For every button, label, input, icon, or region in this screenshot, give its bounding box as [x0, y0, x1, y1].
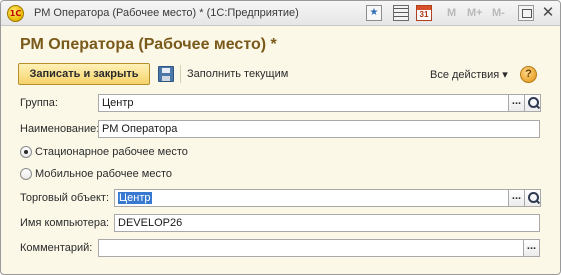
- all-actions-menu[interactable]: Все действия ▾: [430, 68, 508, 81]
- fill-current-button[interactable]: Заполнить текущим: [187, 68, 288, 80]
- calendar-day: 31: [419, 10, 429, 19]
- memory-minus-button[interactable]: M-: [492, 7, 505, 19]
- radio-mobile[interactable]: [20, 168, 32, 180]
- trade-object-value: Центр: [118, 192, 152, 204]
- trade-object-field[interactable]: Центр: [114, 189, 509, 207]
- calculator-icon[interactable]: [393, 5, 409, 21]
- computer-name-label: Имя компьютера:: [20, 217, 110, 229]
- comment-select-button[interactable]: ...: [523, 239, 540, 257]
- group-label: Группа:: [20, 97, 58, 109]
- window-title: РМ Оператора (Рабочее место) * (1С:Предп…: [34, 7, 299, 19]
- comment-label: Комментарий:: [20, 242, 93, 254]
- 1c-logo-icon[interactable]: 1С: [7, 5, 24, 22]
- group-select-button[interactable]: ...: [508, 94, 525, 112]
- calendar-icon[interactable]: 31: [416, 5, 432, 21]
- name-label: Наименование:: [20, 123, 100, 135]
- toolbar-divider: [180, 65, 181, 83]
- radio-mobile-label[interactable]: Мобильное рабочее место: [35, 168, 172, 180]
- favorites-icon[interactable]: ★: [366, 5, 382, 21]
- comment-field[interactable]: [98, 239, 524, 257]
- radio-stationary[interactable]: [20, 146, 32, 158]
- trade-object-search-icon[interactable]: [524, 189, 541, 207]
- help-icon[interactable]: ?: [520, 66, 537, 83]
- computer-name-field[interactable]: DEVELOP26: [114, 214, 540, 232]
- memory-m-button[interactable]: M: [447, 7, 456, 19]
- memory-plus-button[interactable]: M+: [467, 7, 483, 19]
- group-field[interactable]: Центр: [98, 94, 509, 112]
- restore-icon[interactable]: [518, 5, 534, 21]
- document-window: 1С РМ Оператора (Рабочее место) * (1С:Пр…: [0, 0, 561, 275]
- title-bar: 1С РМ Оператора (Рабочее место) * (1С:Пр…: [1, 1, 560, 26]
- trade-object-select-button[interactable]: ...: [508, 189, 525, 207]
- save-disk-icon[interactable]: [158, 66, 174, 82]
- trade-object-label: Торговый объект:: [20, 192, 110, 204]
- group-search-icon[interactable]: [524, 94, 541, 112]
- save-and-close-button[interactable]: Записать и закрыть: [18, 63, 150, 85]
- radio-stationary-label[interactable]: Стационарное рабочее место: [35, 146, 188, 158]
- close-icon[interactable]: ✕: [540, 4, 556, 22]
- page-title: РМ Оператора (Рабочее место) *: [20, 36, 277, 53]
- name-field[interactable]: РМ Оператора: [98, 120, 540, 138]
